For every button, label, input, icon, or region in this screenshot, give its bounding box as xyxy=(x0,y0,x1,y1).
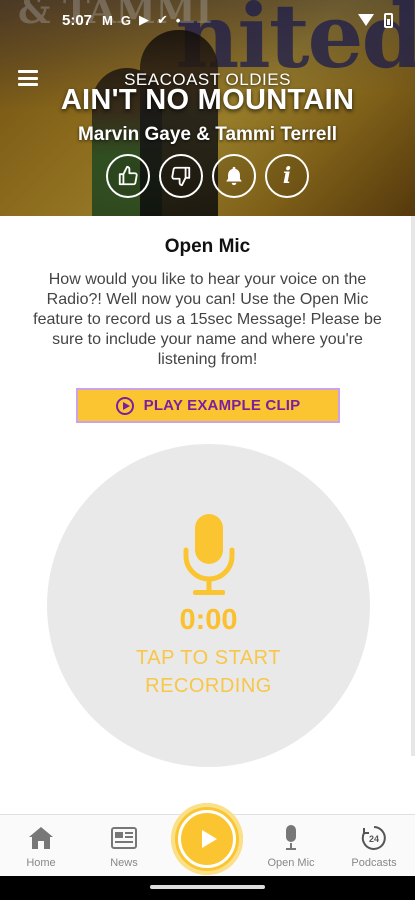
youtube-icon: ▶ xyxy=(139,12,149,27)
gesture-bar xyxy=(0,876,415,900)
thumbs-up-icon xyxy=(118,165,138,186)
play-circle-icon xyxy=(115,396,134,415)
wifi-icon xyxy=(358,14,374,26)
nav-label: Home xyxy=(26,857,56,869)
nav-item-home[interactable]: Home xyxy=(6,825,76,869)
nav-item-news[interactable]: News xyxy=(89,825,159,869)
info-button[interactable]: i xyxy=(265,154,309,198)
nav-label: News xyxy=(110,857,138,869)
nav-item-open-mic[interactable]: Open Mic xyxy=(256,825,326,869)
google-icon: G xyxy=(120,12,131,28)
now-playing-header: nited & TAMMI 5:07 M G ▶ ✔ • SEACOAST OL… xyxy=(0,0,415,216)
svg-text:24: 24 xyxy=(369,834,379,844)
status-bar: 5:07 M G ▶ ✔ • xyxy=(0,0,415,40)
nav-item-podcasts[interactable]: 24 Podcasts xyxy=(339,825,409,869)
open-mic-description: How would you like to hear your voice on… xyxy=(33,271,382,368)
main-play-button[interactable] xyxy=(171,803,243,875)
status-time: 5:07 xyxy=(62,11,93,29)
info-icon: i xyxy=(282,163,292,189)
song-title: AIN'T NO MOUNTAIN xyxy=(60,84,355,116)
battery-icon xyxy=(384,12,393,28)
alarm-button[interactable] xyxy=(212,154,256,198)
podcasts-24-icon: 24 xyxy=(361,826,386,850)
thumbs-down-icon xyxy=(171,166,191,187)
record-button[interactable]: 0:00 TAP TO START RECORDING xyxy=(47,444,370,767)
artist-name: Marvin Gaye & Tammi Terrell xyxy=(77,124,338,145)
dot-icon: • xyxy=(175,12,181,28)
home-indicator[interactable] xyxy=(150,885,265,889)
record-instruction: TAP TO START RECORDING xyxy=(136,647,281,697)
thumbs-down-button[interactable] xyxy=(159,154,203,198)
microphone-icon xyxy=(183,514,235,595)
download-icon: ✔ xyxy=(157,12,168,27)
page-title: Open Mic xyxy=(164,236,251,257)
thumbs-up-button[interactable] xyxy=(106,154,150,198)
song-actions: i xyxy=(106,154,309,198)
bottom-navigation: Home News Open Mic 24 Podcasts xyxy=(0,803,415,876)
play-icon xyxy=(201,830,217,848)
nav-label: Podcasts xyxy=(351,857,397,869)
bell-icon xyxy=(226,166,242,186)
open-mic-panel: Open Mic How would you like to hear your… xyxy=(0,216,415,814)
news-icon xyxy=(111,827,137,849)
play-example-clip-button[interactable]: PLAY EXAMPLE CLIP xyxy=(76,388,340,423)
scrollbar[interactable] xyxy=(411,216,415,756)
home-icon xyxy=(29,827,53,849)
nav-label: Open Mic xyxy=(267,857,315,869)
gmail-icon: M xyxy=(102,12,113,28)
recording-timer: 0:00 xyxy=(179,604,238,636)
play-example-label: PLAY EXAMPLE CLIP xyxy=(143,397,301,414)
microphone-icon xyxy=(286,825,296,850)
